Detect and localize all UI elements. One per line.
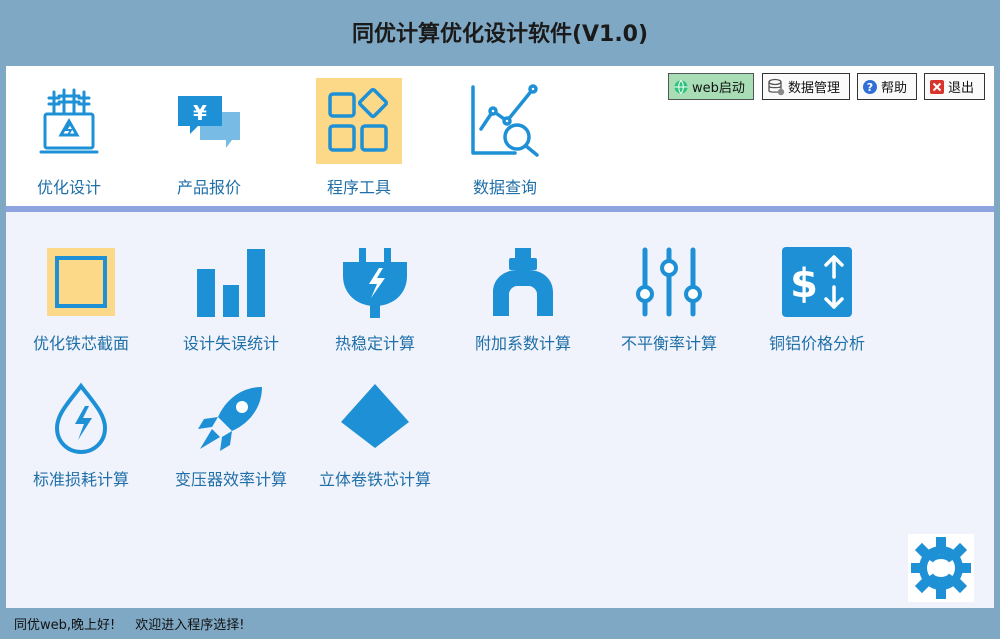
tool-label: 设计失误统计 [182, 334, 279, 353]
tool-label: 立体卷铁芯计算 [318, 470, 431, 489]
nav-product-quote[interactable]: ¥ 产品报价 [154, 78, 264, 198]
nav-label: 程序工具 [326, 178, 391, 197]
tools-panel: 优化铁芯截面 设计失误统计 热稳定计算 附加系数计算 不平衡率计算 $ 铜铝价格… [6, 212, 994, 608]
clamp-icon [487, 246, 559, 318]
tool-additional-coefficient[interactable]: 附加系数计算 [448, 246, 598, 366]
data-manage-label: 数据管理 [788, 81, 841, 96]
app-title: 同优计算优化设计软件(V1.0) [351, 22, 649, 47]
status-bar: 同优web,晚上好! 欢迎进入程序选择! [0, 608, 1000, 639]
status-message: 欢迎进入程序选择! [135, 618, 245, 633]
svg-text:$: $ [790, 261, 818, 307]
help-icon: ? [863, 79, 877, 94]
tool-label: 变压器效率计算 [174, 470, 287, 489]
chart-search-icon [462, 78, 548, 164]
nav-label: 产品报价 [176, 178, 241, 197]
pyramid-icon [339, 382, 411, 454]
tool-label: 铜铝价格分析 [768, 334, 865, 353]
data-manage-button[interactable]: 数据管理 [762, 73, 850, 100]
tool-design-error-stats[interactable]: 设计失误统计 [156, 246, 306, 366]
tool-copper-aluminum-price[interactable]: $ 铜铝价格分析 [742, 246, 892, 366]
svg-text:?: ? [867, 81, 873, 94]
bar-chart-icon [195, 246, 267, 318]
tool-unbalance-rate[interactable]: 不平衡率计算 [594, 246, 744, 366]
plug-icon [339, 246, 411, 318]
nav-data-query[interactable]: 数据查询 [450, 78, 560, 198]
web-start-button[interactable]: web启动 [668, 73, 754, 100]
tool-standard-loss[interactable]: 标准损耗计算 [6, 382, 156, 502]
tool-transformer-efficiency[interactable]: 变压器效率计算 [156, 382, 306, 502]
rocket-icon [195, 382, 267, 454]
dollar-exchange-icon: $ [781, 246, 853, 318]
exit-button[interactable]: 退出 [924, 73, 985, 100]
core-section-icon [45, 246, 117, 318]
nav-optimize-design[interactable]: 优化设计 [14, 78, 124, 198]
tool-core-section[interactable]: 优化铁芯截面 [6, 246, 156, 366]
nav-program-tools[interactable]: 程序工具 [304, 78, 414, 198]
tool-label: 热稳定计算 [334, 334, 415, 353]
globe-icon [674, 79, 688, 94]
tool-label: 标准损耗计算 [32, 470, 129, 489]
tool-thermal-stability[interactable]: 热稳定计算 [300, 246, 450, 366]
sliders-icon [633, 246, 705, 318]
web-start-label: web启动 [692, 81, 745, 96]
grid-tools-icon [316, 78, 402, 164]
nav-label: 数据查询 [472, 178, 537, 197]
help-label: 帮助 [881, 81, 908, 96]
tool-label: 优化铁芯截面 [32, 334, 129, 353]
water-drop-bolt-icon [45, 382, 117, 454]
settings-button[interactable] [908, 534, 974, 602]
database-icon [768, 78, 785, 95]
tool-label: 附加系数计算 [474, 334, 571, 353]
status-greeting: 同优web,晚上好! [14, 618, 116, 633]
gear-icon [911, 537, 971, 599]
tool-label: 不平衡率计算 [620, 334, 717, 353]
tool-3d-wound-core[interactable]: 立体卷铁芯计算 [300, 382, 450, 502]
title-bar: 同优计算优化设计软件(V1.0) [0, 0, 1000, 64]
transformer-icon [26, 78, 112, 164]
exit-icon [930, 79, 944, 94]
svg-text:¥: ¥ [193, 101, 207, 125]
help-button[interactable]: ? 帮助 [857, 73, 917, 100]
exit-label: 退出 [948, 81, 975, 96]
price-chat-icon: ¥ [166, 78, 252, 164]
nav-label: 优化设计 [36, 178, 101, 197]
